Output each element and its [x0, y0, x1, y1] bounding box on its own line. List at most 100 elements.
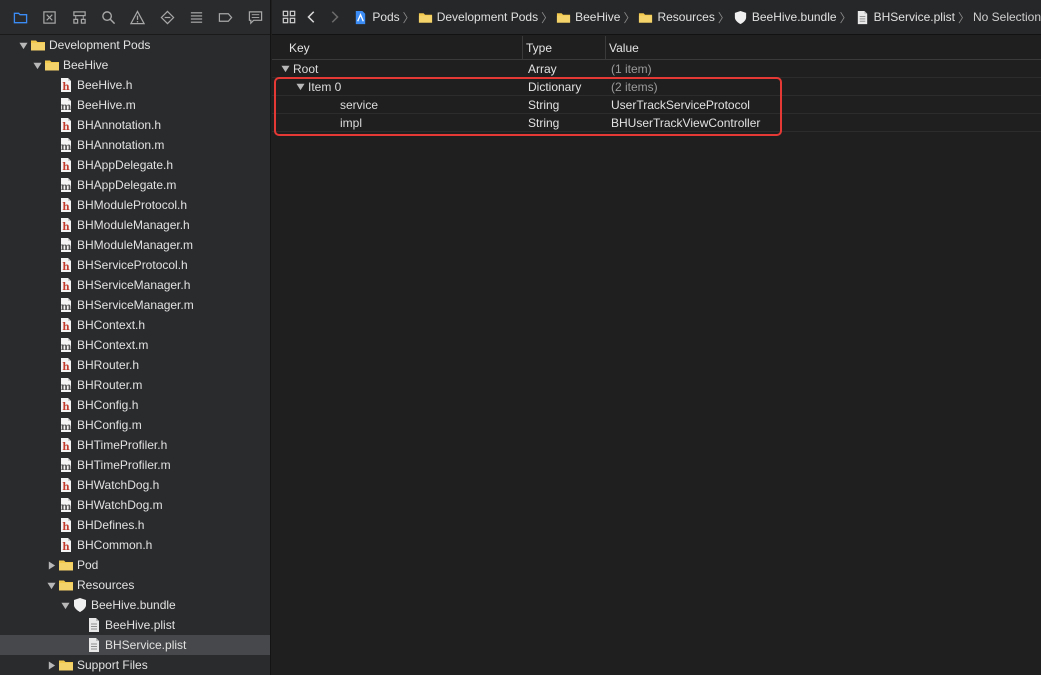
tree-file[interactable]: m BHServiceManager.m	[0, 295, 270, 315]
plist-type[interactable]: Dictionary	[522, 80, 605, 94]
breadcrumb-no-selection[interactable]: No Selection	[973, 10, 1041, 24]
tree-file[interactable]: h BHWatchDog.h	[0, 475, 270, 495]
tree-file[interactable]: m BHModuleManager.m	[0, 235, 270, 255]
forward-chevron-icon[interactable]	[323, 5, 345, 29]
tree-file[interactable]: BeeHive.plist	[0, 615, 270, 635]
back-chevron-icon[interactable]	[300, 5, 322, 29]
tree-file[interactable]: h BHTimeProfiler.h	[0, 435, 270, 455]
tree-file[interactable]: m BHWatchDog.m	[0, 495, 270, 515]
disclosure-open-icon[interactable]	[60, 595, 70, 615]
source-file-icon: m	[58, 97, 74, 113]
tree-group[interactable]: BeeHive	[0, 55, 270, 75]
plist-type[interactable]: String	[522, 98, 605, 112]
navigator-tab-source-control-icon[interactable]	[35, 2, 64, 32]
related-items-icon[interactable]	[278, 5, 300, 29]
tree-item-label: BeeHive.h	[77, 78, 133, 92]
tree-group[interactable]: Support Files	[0, 655, 270, 675]
tree-item-label: BHAppDelegate.m	[77, 178, 177, 192]
navigator-tab-breakpoint-icon[interactable]	[211, 2, 240, 32]
debug-icon	[191, 11, 203, 23]
breadcrumb-item[interactable]: BHService.plist	[855, 10, 955, 25]
header-file-icon: h	[58, 217, 74, 233]
tree-file[interactable]: h BHRouter.h	[0, 355, 270, 375]
navigator-tab-hierarchy-icon[interactable]	[65, 2, 94, 32]
tree-file[interactable]: m BeeHive.m	[0, 95, 270, 115]
navigator-tab-debug-icon[interactable]	[182, 2, 211, 32]
plist-key[interactable]: Item 0	[308, 80, 341, 94]
navigator-tab-report-icon[interactable]	[241, 2, 270, 32]
tree-file[interactable]: m BHConfig.m	[0, 415, 270, 435]
svg-text:h: h	[62, 482, 70, 493]
plist-key[interactable]: service	[340, 98, 378, 112]
tree-item-label: BHRouter.m	[77, 378, 143, 392]
search-icon	[102, 10, 116, 24]
breadcrumb-item[interactable]: BeeHive.bundle	[733, 10, 837, 25]
plist-type[interactable]: Array	[522, 62, 605, 76]
tree-file[interactable]: m BHAnnotation.m	[0, 135, 270, 155]
tree-group[interactable]: Resources	[0, 575, 270, 595]
folder-icon	[556, 10, 575, 25]
tree-file[interactable]: h BHAnnotation.h	[0, 115, 270, 135]
tree-file[interactable]: h BHConfig.h	[0, 395, 270, 415]
plist-value[interactable]: UserTrackServiceProtocol	[605, 98, 1041, 112]
source-file-icon: m	[58, 417, 74, 433]
tree-group[interactable]: Development Pods	[0, 35, 270, 55]
disclosure-closed-icon[interactable]	[46, 555, 56, 575]
plist-type[interactable]: String	[522, 116, 605, 130]
breadcrumb-item[interactable]: Development Pods	[418, 10, 538, 25]
tree-file[interactable]: h BHCommon.h	[0, 535, 270, 555]
tree-file[interactable]: m BHTimeProfiler.m	[0, 455, 270, 475]
tree-group[interactable]: Pod	[0, 555, 270, 575]
header-file-icon: h	[58, 397, 74, 413]
tree-file[interactable]: h BHServiceManager.h	[0, 275, 270, 295]
disclosure-open-icon[interactable]	[32, 55, 42, 75]
plist-value[interactable]: (1 item)	[605, 62, 1041, 76]
tree-file[interactable]: BHService.plist	[0, 635, 270, 655]
navigator-tab-bar	[0, 0, 270, 35]
tree-file[interactable]: h BHServiceProtocol.h	[0, 255, 270, 275]
breadcrumb-item[interactable]: Resources	[638, 10, 715, 25]
plist-value[interactable]: BHUserTrackViewController	[605, 116, 1041, 130]
navigator-tab-folder-icon[interactable]	[6, 2, 35, 32]
navigator-tab-search-icon[interactable]	[94, 2, 123, 32]
disclosure-open-icon[interactable]	[295, 78, 305, 96]
tree-file[interactable]: h BHContext.h	[0, 315, 270, 335]
navigator-tab-test-icon[interactable]	[153, 2, 182, 32]
column-header-key[interactable]: Key	[272, 41, 522, 55]
tree-file[interactable]: m BHContext.m	[0, 335, 270, 355]
disclosure-closed-icon[interactable]	[46, 655, 56, 675]
tree-file[interactable]: h BHDefines.h	[0, 515, 270, 535]
column-header-value[interactable]: Value	[605, 36, 1041, 59]
tree-file[interactable]: m BHRouter.m	[0, 375, 270, 395]
svg-text:h: h	[62, 442, 70, 453]
tree-file[interactable]: h BHAppDelegate.h	[0, 155, 270, 175]
disclosure-open-icon[interactable]	[280, 60, 290, 78]
header-file-icon: h	[58, 157, 74, 173]
plist-editor: Pods 〉 Development Pods 〉 BeeHive 〉 Resources 〉…	[272, 0, 1041, 675]
navigator-tab-warning-icon[interactable]	[123, 2, 152, 32]
plist-row[interactable]: Root Array (1 item)	[272, 60, 1041, 78]
tree-file[interactable]: h BHModuleManager.h	[0, 215, 270, 235]
header-file-icon: h	[58, 537, 74, 553]
plist-rows: Root Array (1 item) Item 0 Dictionary (2 item…	[272, 60, 1041, 132]
breadcrumb-label: Resources	[657, 10, 715, 24]
plist-value[interactable]: (2 items)	[605, 80, 1041, 94]
column-header-type[interactable]: Type	[522, 36, 605, 59]
plist-key[interactable]: Root	[293, 62, 318, 76]
disclosure-open-icon[interactable]	[18, 35, 28, 55]
plist-key[interactable]: impl	[340, 116, 362, 130]
plist-row[interactable]: service String UserTrackServiceProtocol	[272, 96, 1041, 114]
tree-file[interactable]: m BHAppDelegate.m	[0, 175, 270, 195]
tree-file[interactable]: h BeeHive.h	[0, 75, 270, 95]
breadcrumb-item[interactable]: BeeHive	[556, 10, 620, 25]
tree-group[interactable]: BeeHive.bundle	[0, 595, 270, 615]
tree-file[interactable]: h BHModuleProtocol.h	[0, 195, 270, 215]
plist-row[interactable]: impl String BHUserTrackViewController	[272, 114, 1041, 132]
folder-icon	[58, 657, 74, 673]
plist-row[interactable]: Item 0 Dictionary (2 items)	[272, 78, 1041, 96]
disclosure-open-icon[interactable]	[46, 575, 56, 595]
breadcrumb-item[interactable]: Pods	[353, 10, 400, 25]
